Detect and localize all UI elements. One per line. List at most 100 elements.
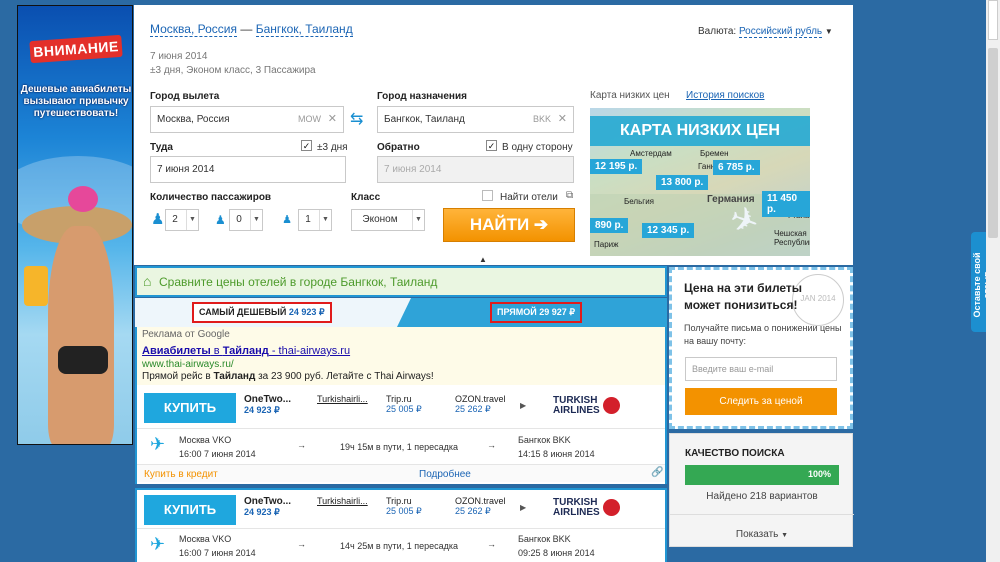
collapse-arrow-icon[interactable]: ▲ xyxy=(479,255,487,264)
child-icon: ♟ xyxy=(215,213,226,227)
agent-name: OZON.travel xyxy=(455,394,506,404)
ruble-icon: ₽ xyxy=(318,307,325,317)
google-ad-title[interactable]: Авиабилеты в Тайланд - thai-airways.ru xyxy=(142,345,350,357)
more-agents-arrow-icon[interactable]: ▶ xyxy=(520,503,526,512)
route-from-link[interactable]: Москва, Россия xyxy=(150,22,237,37)
agent-name: Trip.ru xyxy=(386,496,412,506)
map-city: Чешская Республик xyxy=(774,229,810,247)
agent-name: OZON.travel xyxy=(455,496,506,506)
agent-link[interactable]: Turkishairli... xyxy=(317,394,368,404)
ticket-card: КУПИТЬ OneTwo... 24 923 ₽ Turkishairli..… xyxy=(135,385,667,484)
route-separator: — xyxy=(240,22,253,36)
currency-value[interactable]: Российский рубль xyxy=(738,26,823,38)
google-ad-url[interactable]: www.thai-airways.ru/ xyxy=(142,359,234,370)
email-field[interactable]: Введите ваш e-mail xyxy=(685,357,837,381)
depart-date-field[interactable]: 7 июня 2014 xyxy=(150,156,346,183)
airplane-icon: ✈ xyxy=(150,434,166,454)
class-select[interactable]: Эконом ▼ xyxy=(351,209,425,231)
currency-selector[interactable]: Валюта: Российский рубль ▼ xyxy=(698,26,833,38)
ruble-icon: ₽ xyxy=(416,404,422,414)
google-ad[interactable]: Реклама от Google Авиабилеты в Тайланд -… xyxy=(135,327,667,385)
agent-offer[interactable]: Trip.ru 25 005 ₽ xyxy=(386,394,422,415)
ad-title: ВНИМАНИЕ xyxy=(29,34,123,64)
infants-stepper[interactable]: 1 ▼ xyxy=(298,209,332,231)
agent-link[interactable]: Turkishairli... xyxy=(317,496,368,506)
airline-logo-emblem xyxy=(603,397,620,414)
map-price-tag[interactable]: 890 р. xyxy=(590,218,629,233)
hotels-checkbox[interactable] xyxy=(482,190,493,201)
ad-banner[interactable]: ВНИМАНИЕ Дешевые авиабилеты вызывают при… xyxy=(17,5,133,445)
scrollbar-thumb[interactable] xyxy=(988,48,998,238)
clear-to-icon[interactable]: ✕ xyxy=(558,107,567,132)
airline-logo-emblem xyxy=(603,499,620,516)
agent-price: 25 005 xyxy=(386,404,414,414)
agent-offer[interactable]: OneTwo... 24 923 ₽ xyxy=(244,394,291,416)
passengers-label: Количество пассажиров xyxy=(150,192,272,203)
swap-icon[interactable]: ⇆ xyxy=(350,109,363,129)
departure-time: 16:00 7 июня 2014 xyxy=(179,449,256,459)
hotels-label: Найти отели xyxy=(500,192,558,203)
sort-cheapest-tab[interactable]: САМЫЙ ДЕШЕВЫЙ 24 923 ₽ xyxy=(192,302,332,323)
ticket-footer: Купить в кредит Подробнее 🔗 xyxy=(137,464,665,482)
from-value: Москва, Россия xyxy=(157,114,230,125)
map-price-tag[interactable]: 11 450 р. xyxy=(762,191,810,217)
agent-offer[interactable]: OZON.travel 25 262 ₽ xyxy=(455,394,506,415)
map-price-tag[interactable]: 12 195 р. xyxy=(590,159,643,174)
tab-price-map[interactable]: Карта низких цен xyxy=(590,90,670,101)
flex-dates-checkbox[interactable]: ✓ xyxy=(301,140,312,151)
ticket-card: КУПИТЬ OneTwo... 24 923 ₽ Turkishairli..… xyxy=(135,488,667,562)
tab-search-history[interactable]: История поисков xyxy=(686,90,764,101)
direct-label: ПРЯМОЙ xyxy=(497,307,537,317)
sort-direct-tab[interactable]: ПРЯМОЙ 29 927 ₽ xyxy=(490,302,582,323)
details-link[interactable]: Подробнее xyxy=(419,469,471,480)
map-price-tag[interactable]: 12 345 р. xyxy=(642,223,695,238)
track-price-button[interactable]: Следить за ценой xyxy=(685,388,837,415)
search-date: 7 июня 2014 xyxy=(150,51,208,62)
arrival-city: Бангкок BKK xyxy=(518,534,571,544)
agent-offer[interactable]: OneTwo... 24 923 ₽ xyxy=(244,496,291,518)
to-field[interactable]: Бангкок, Таиланд BKK ✕ xyxy=(377,106,574,133)
more-agents-arrow-icon[interactable]: ▶ xyxy=(520,401,526,410)
hotel-compare-strip[interactable]: ⌂ Сравните цены отелей в городе Бангкок,… xyxy=(135,266,667,297)
agent-offer[interactable]: OZON.travel 25 262 ₽ xyxy=(455,496,506,517)
adults-stepper[interactable]: 2 ▼ xyxy=(165,209,199,231)
scrollbar-up-area[interactable] xyxy=(988,0,998,40)
children-count: 0 xyxy=(236,214,242,225)
agent-price: 24 923 xyxy=(244,405,272,415)
price-alert-text: Получайте письма о понижении цены на ваш… xyxy=(684,323,842,346)
arrival-time: 14:15 8 июня 2014 xyxy=(518,449,595,459)
class-label: Класс xyxy=(351,192,381,203)
sort-tab-corner xyxy=(397,298,411,327)
flight-segment: ✈ Москва VKO 16:00 7 июня 2014 → 19ч 15м… xyxy=(137,428,665,468)
map-price-tag[interactable]: 13 800 р. xyxy=(656,175,709,190)
chevron-down-icon: ▼ xyxy=(781,532,789,539)
show-link[interactable]: Показать ▼ xyxy=(670,529,854,540)
credit-link[interactable]: Купить в кредит xyxy=(144,469,218,480)
price-map[interactable]: КАРТА НИЗКИХ ЦЕН Амстердам Бремен Ганнов… xyxy=(590,108,810,256)
map-city: Бельгия xyxy=(624,197,654,206)
chevron-down-icon: ▼ xyxy=(824,27,833,36)
find-button[interactable]: НАЙТИ ➔ xyxy=(443,208,575,242)
hotel-compare-text: Сравните цены отелей в городе Бангкок, Т… xyxy=(159,275,438,289)
airline-logo: TURKISH AIRLINES xyxy=(553,395,600,416)
from-field[interactable]: Москва, Россия MOW ✕ xyxy=(150,106,344,133)
route-to-link[interactable]: Бангкок, Таиланд xyxy=(255,22,353,37)
quality-progress-bar: 100% xyxy=(685,465,839,485)
oneway-checkbox[interactable]: ✓ xyxy=(486,140,497,151)
route-summary: Москва, Россия — Бангкок, Таиланд xyxy=(150,22,353,37)
scrollbar[interactable] xyxy=(986,0,1000,562)
return-date-field[interactable]: 7 июня 2014 xyxy=(377,156,574,183)
clear-from-icon[interactable]: ✕ xyxy=(328,107,337,132)
map-price-tag[interactable]: 6 785 р. xyxy=(713,160,760,175)
return-label: Обратно xyxy=(377,142,420,153)
google-ad-title-c: Тайланд xyxy=(222,345,269,357)
google-ad-text-b: Тайланд xyxy=(213,371,256,382)
departure-time: 16:00 7 июня 2014 xyxy=(179,548,256,558)
link-icon[interactable]: 🔗 xyxy=(651,467,663,478)
buy-button[interactable]: КУПИТЬ xyxy=(144,495,236,525)
ruble-icon: ₽ xyxy=(274,405,280,415)
buy-button[interactable]: КУПИТЬ xyxy=(144,393,236,423)
agent-price: 25 262 xyxy=(455,506,483,516)
children-stepper[interactable]: 0 ▼ xyxy=(229,209,263,231)
agent-offer[interactable]: Trip.ru 25 005 ₽ xyxy=(386,496,422,517)
